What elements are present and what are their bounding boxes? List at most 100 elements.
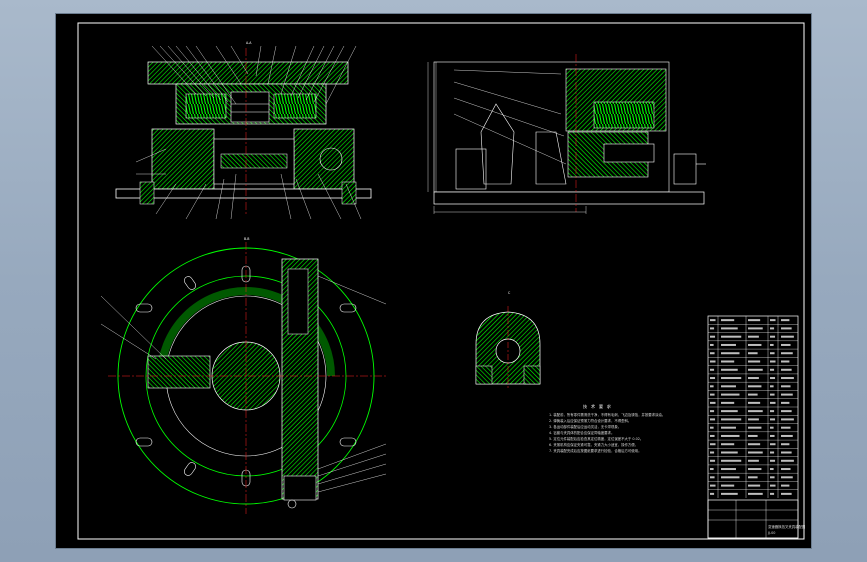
bom-cell-text — [770, 434, 775, 437]
bom-cell-text — [710, 377, 716, 380]
bom-cell-text — [721, 393, 740, 396]
bom-cell-text — [721, 451, 738, 454]
bom-cell-text — [770, 443, 776, 446]
plan-view: B-B — [100, 237, 387, 514]
tech-req-line-7: 7. 夹具装配完成后应按图纸要求进行检验，合格后方可使用。 — [549, 448, 641, 453]
bom-cell-text — [710, 385, 714, 388]
bom-cell-text — [770, 377, 776, 380]
bom-cell-text — [781, 434, 793, 437]
bom-cell-text — [748, 377, 759, 380]
bom-cell-text — [781, 459, 794, 462]
bom-cell-text — [770, 343, 774, 346]
bom-cell-text — [781, 492, 792, 495]
bom-cell-text — [721, 377, 742, 380]
bom-cell-text — [748, 343, 762, 346]
bom-cell-text — [770, 360, 776, 363]
bom-cell-text — [770, 319, 776, 322]
bom-cell-text — [781, 385, 791, 388]
bom-cell-text — [770, 335, 776, 338]
tech-req-line-3: 3. 各运动部件装配后应运动灵活，无卡滞现象。 — [549, 424, 621, 429]
cad-drawing: A-A B-B C 技 术 要 求 1. 装配前，所有零件需清洗干净，不得有毛刺… — [77, 22, 806, 540]
bom-cell-text — [781, 393, 793, 396]
bom-cell-text — [748, 418, 759, 421]
bom-cell-text — [748, 393, 758, 396]
bom-cell-text — [770, 393, 775, 396]
bom-cell-text — [781, 468, 791, 471]
bom-cell-text — [770, 484, 776, 487]
bom-cell-text — [770, 451, 775, 454]
bom-cell-text — [748, 319, 761, 322]
tech-req-line-2: 2. 弹簧装入后应保证预紧力符合设计要求，不得歪斜。 — [549, 418, 631, 423]
bom-cell-text — [710, 484, 716, 487]
bom-cell-text — [770, 476, 775, 479]
bom-cell-text — [721, 352, 740, 355]
bom-cell-text — [770, 426, 774, 429]
tech-req-line-4: 4. 钻套与夹具体的配合应保证同轴度要求。 — [549, 430, 614, 435]
bom-cell-text — [748, 459, 759, 462]
bom-cell-text — [721, 468, 736, 471]
bom-cell-text — [781, 484, 790, 487]
technical-requirements: 技 术 要 求 1. 装配前，所有零件需清洗干净，不得有毛刺、飞边及锈蚀，并按要… — [549, 403, 665, 453]
detail-view: C — [475, 291, 541, 389]
bom-cell-text — [710, 327, 715, 330]
bom-cell-text — [770, 410, 775, 413]
bom-cell-text — [721, 327, 738, 330]
tech-req-line-5: 5. 定位元件装配后应检查其定位精度，定位误差不大于 0.02。 — [549, 436, 643, 441]
bom-cell-text — [748, 451, 763, 454]
bom-table — [707, 315, 799, 539]
bom-cell-text — [710, 410, 715, 413]
bom-cell-text — [710, 451, 715, 454]
drawing-number: JJ-00 — [767, 531, 775, 535]
bom-cell-text — [781, 377, 794, 380]
bom-cell-text — [710, 468, 714, 471]
bom-cell-text — [770, 401, 776, 404]
bom-cell-text — [770, 385, 774, 388]
side-section-view — [427, 54, 706, 214]
bom-cell-text — [781, 410, 792, 413]
bom-cell-text — [710, 401, 716, 404]
drawing-name: 变速器换挡叉夹具装配图 — [768, 524, 806, 529]
bom-cell-text — [710, 492, 715, 495]
tech-req-line-6: 6. 夹紧机构应保证夹紧可靠，夹紧力大小适宜，操作方便。 — [549, 442, 638, 447]
bom-cell-text — [770, 492, 775, 495]
section-label-b: B-B — [244, 237, 249, 241]
bom-cell-text — [770, 368, 775, 371]
bom-cell-text — [748, 385, 762, 388]
bom-cell-text — [781, 476, 793, 479]
bom-cell-text — [781, 401, 790, 404]
bom-cell-text — [770, 468, 774, 471]
bom-cell-text — [710, 459, 716, 462]
bom-cell-text — [781, 352, 793, 355]
bom-cell-text — [748, 426, 762, 429]
bom-cell-text — [748, 410, 763, 413]
bom-cell-text — [748, 335, 759, 338]
bom-cell-text — [770, 459, 776, 462]
bom-cell-text — [748, 352, 758, 355]
bom-cell-text — [721, 434, 740, 437]
bom-cell-text — [710, 426, 714, 429]
bom-cell-text — [781, 343, 791, 346]
bom-cell-text — [721, 443, 735, 446]
bom-cell-text — [721, 385, 736, 388]
bom-cell-text — [710, 335, 716, 338]
bom-cell-text — [748, 492, 763, 495]
bom-cell-text — [781, 451, 792, 454]
bom-cell-text — [721, 401, 735, 404]
bom-cell-text — [781, 426, 791, 429]
bom-cell-text — [721, 459, 742, 462]
bom-cell-text — [721, 492, 738, 495]
front-section-view: A-A — [115, 41, 372, 220]
bom-cell-text — [721, 418, 742, 421]
bom-cell-text — [781, 319, 790, 322]
bom-cell-text — [721, 368, 738, 371]
bom-cell-text — [710, 368, 715, 371]
bom-cell-text — [710, 352, 715, 355]
bom-cell-text — [781, 335, 794, 338]
bom-cell-text — [721, 484, 735, 487]
bom-cell-text — [748, 443, 761, 446]
bom-cell-text — [721, 410, 738, 413]
bom-cell-text — [710, 418, 716, 421]
bom-cell-text — [770, 418, 776, 421]
bom-cell-text — [748, 484, 761, 487]
bom-cell-text — [781, 360, 790, 363]
